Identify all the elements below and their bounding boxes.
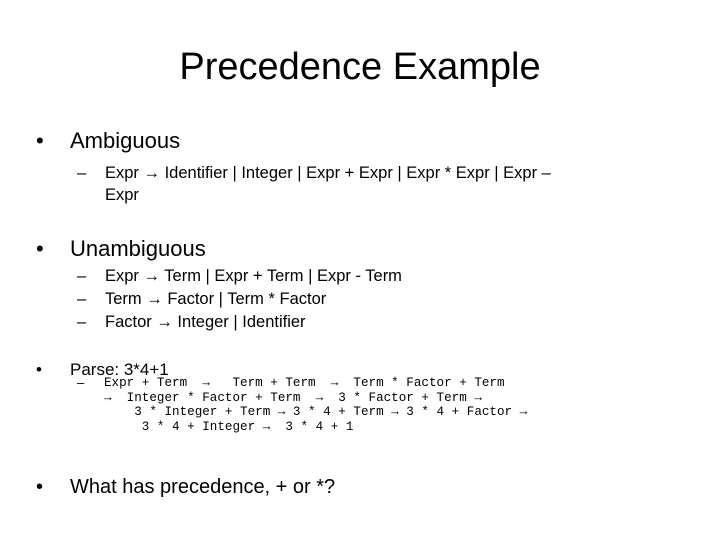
bullet-label: Ambiguous: [70, 128, 181, 153]
bullet-label: Unambiguous: [70, 236, 206, 261]
derivation-line-2: → Integer * Factor + Term → 3 * Factor +…: [104, 390, 482, 405]
rule-text: Term → Factor | Term * Factor: [105, 290, 327, 308]
rule-line-1: Expr → Identifier | Integer | Expr + Exp…: [105, 164, 551, 182]
dash-icon: –: [77, 375, 85, 390]
bullet-icon: •: [36, 360, 42, 379]
rule-text: Expr → Term | Expr + Term | Expr - Term: [105, 267, 402, 285]
slide: Precedence Example • Ambiguous – Expr → …: [0, 0, 720, 540]
slide-title: Precedence Example: [179, 46, 541, 88]
derivation-line-4: 3 * 4 + Integer → 3 * 4 + 1: [104, 419, 354, 434]
dash-icon: –: [77, 290, 87, 308]
dash-icon: –: [77, 313, 87, 331]
bullet-icon: •: [36, 236, 44, 261]
bullet-icon: •: [36, 476, 44, 498]
dash-icon: –: [77, 164, 87, 182]
bullet-icon: •: [36, 128, 44, 153]
rule-text: Factor → Integer | Identifier: [105, 313, 306, 331]
rule-line-2: Expr: [105, 186, 139, 204]
dash-icon: –: [77, 267, 87, 285]
derivation-line-3: 3 * Integer + Term → 3 * 4 + Term → 3 * …: [104, 405, 528, 419]
derivation-line-1: Expr + Term → Term + Term → Term * Facto…: [104, 376, 505, 390]
bullet-label: What has precedence, + or *?: [70, 476, 336, 498]
